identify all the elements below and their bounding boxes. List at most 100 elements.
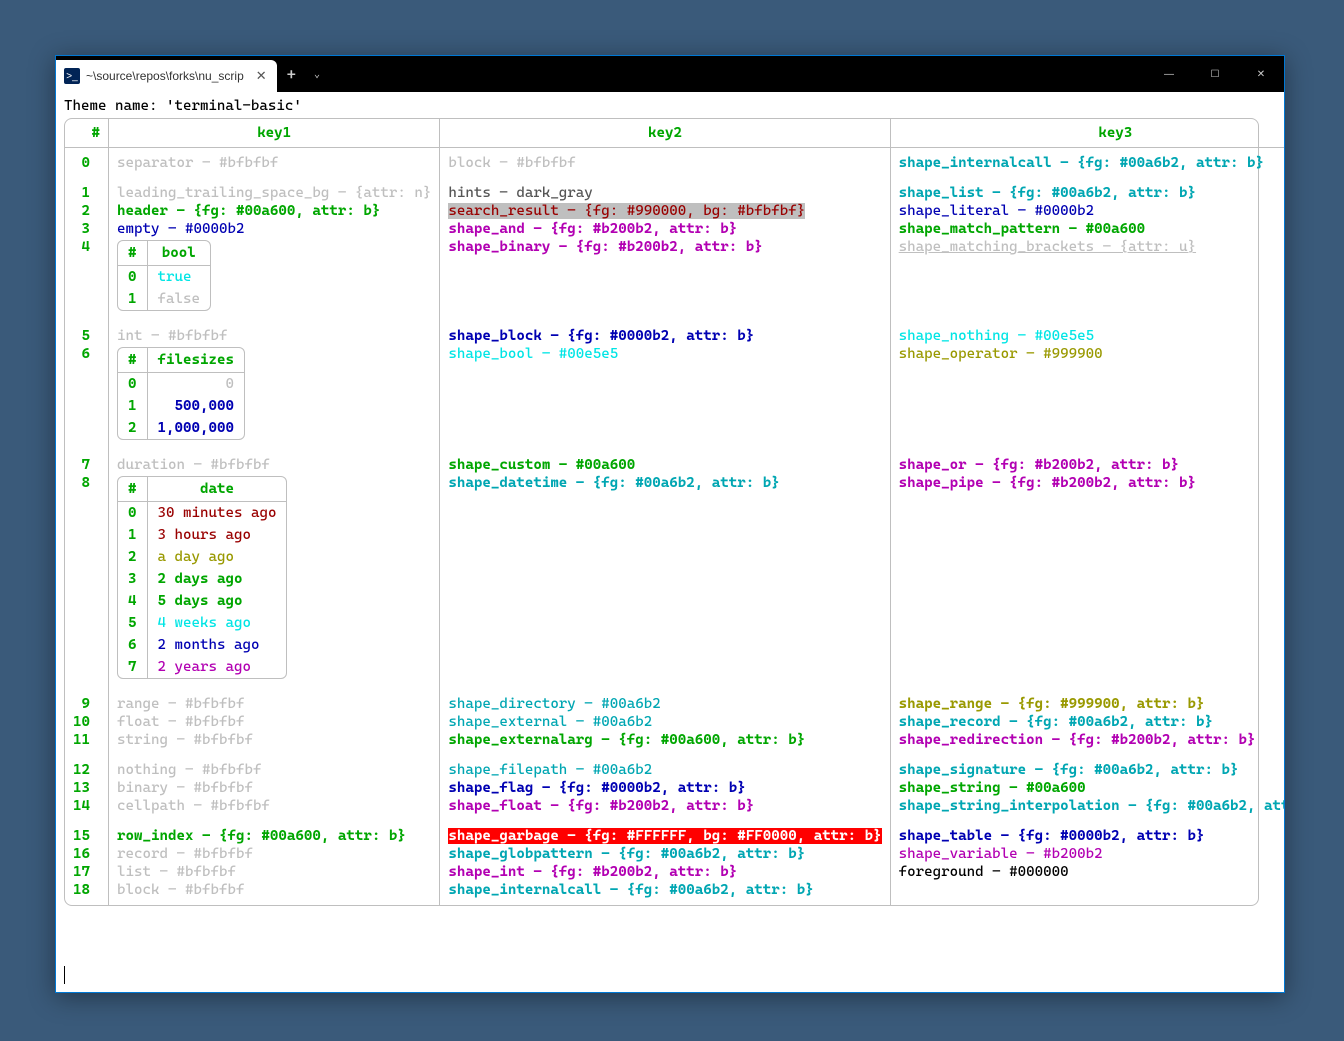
inner-val: 3 hours ago — [147, 524, 286, 546]
table-row: 1234 leading_trailing_space_bg – {attr: … — [65, 178, 1284, 321]
cell-line: shape_string_interpolation – {fg: #00a6b… — [899, 797, 1284, 815]
cell-line: range – #bfbfbf — [117, 695, 431, 713]
cell-line: block – #bfbfbf — [448, 154, 881, 172]
cell-line: block – #bfbfbf — [117, 881, 431, 899]
cell-line: shape_internalcall – {fg: #00a6b2, attr:… — [899, 154, 1284, 172]
inner-idx: 0 — [118, 502, 147, 525]
inner-row: 1 500,000 — [118, 395, 244, 417]
inner-table-date: # date 0 30 minutes ago 1 3 hours ago 2 … — [117, 476, 287, 679]
header-idx: # — [65, 119, 109, 148]
cell-line: shape_flag – {fg: #0000b2, attr: b} — [448, 779, 881, 797]
inner-val: 2 days ago — [147, 568, 286, 590]
inner-row: 0 0 — [118, 373, 244, 396]
inner-row: 2 a day ago — [118, 546, 286, 568]
inner-header-val: bool — [147, 241, 210, 266]
cell-line: shape_or – {fg: #b200b2, attr: b} — [899, 456, 1284, 474]
close-button[interactable]: ✕ — [1238, 56, 1284, 92]
cell-line: shape_record – {fg: #00a6b2, attr: b} — [899, 713, 1284, 731]
inner-idx: 6 — [118, 634, 147, 656]
cell-line: shape_range – {fg: #999900, attr: b} — [899, 695, 1284, 713]
row-index: 9 — [73, 695, 100, 713]
inner-row: 3 2 days ago — [118, 568, 286, 590]
cell-line: shape_globpattern – {fg: #00a6b2, attr: … — [448, 845, 881, 863]
cell-line: shape_string – #00a600 — [899, 779, 1284, 797]
inner-idx: 1 — [118, 395, 147, 417]
inner-idx: 2 — [118, 417, 147, 439]
row-index: 4 — [73, 238, 100, 256]
cell-line: shape_match_pattern – #00a600 — [899, 220, 1284, 238]
maximize-button[interactable]: ☐ — [1192, 56, 1238, 92]
inner-row: 0 true — [118, 266, 210, 289]
inner-row: 1 3 hours ago — [118, 524, 286, 546]
row-index: 10 — [73, 713, 100, 731]
row-index: 2 — [73, 202, 100, 220]
cell-line: separator – #bfbfbf — [117, 154, 431, 172]
cell-line: binary – #bfbfbf — [117, 779, 431, 797]
inner-row: 4 5 days ago — [118, 590, 286, 612]
terminal-cursor — [64, 966, 65, 984]
inner-val: 4 weeks ago — [147, 612, 286, 634]
cell-line: shape_custom – #00a600 — [448, 456, 881, 474]
header-key2: key2 — [440, 119, 890, 148]
close-tab-icon[interactable]: ✕ — [256, 68, 267, 84]
table-row: 0 separator – #bfbfbf block – #bfbfbf sh… — [65, 148, 1284, 179]
inner-idx: 3 — [118, 568, 147, 590]
inner-row: 0 30 minutes ago — [118, 502, 286, 525]
cell-line: nothing – #bfbfbf — [117, 761, 431, 779]
row-index: 13 — [73, 779, 100, 797]
cell-line: shape_int – {fg: #b200b2, attr: b} — [448, 863, 881, 881]
cell-line: int – #bfbfbf — [117, 327, 431, 345]
cell-line: shape_internalcall – {fg: #00a6b2, attr:… — [448, 881, 881, 899]
row-index: 11 — [73, 731, 100, 749]
cell-line: shape_signature – {fg: #00a6b2, attr: b} — [899, 761, 1284, 779]
inner-header-val: date — [147, 477, 286, 502]
tab-active[interactable]: >_ ~\source\repos\forks\nu_scrip ✕ — [56, 60, 277, 92]
inner-idx: 5 — [118, 612, 147, 634]
cell-line: shape_filepath – #00a6b2 — [448, 761, 881, 779]
cell-line: shape_pipe – {fg: #b200b2, attr: b} — [899, 474, 1284, 492]
row-index: 3 — [73, 220, 100, 238]
window-controls: — ☐ ✕ — [1146, 56, 1284, 92]
titlebar: >_ ~\source\repos\forks\nu_scrip ✕ + ⌄ —… — [56, 56, 1284, 92]
tab-title: ~\source\repos\forks\nu_scrip — [86, 69, 244, 83]
inner-idx: 1 — [118, 288, 147, 310]
row-index: 0 — [73, 154, 100, 172]
cell-line: string – #bfbfbf — [117, 731, 431, 749]
table-row: 91011 range – #bfbfbffloat – #bfbfbfstri… — [65, 689, 1284, 755]
inner-idx: 0 — [118, 266, 147, 289]
inner-val: 2 years ago — [147, 656, 286, 678]
inner-header-idx: # — [118, 348, 147, 373]
new-tab-button[interactable]: + — [277, 56, 306, 92]
tab-dropdown-button[interactable]: ⌄ — [306, 56, 328, 92]
terminal-content[interactable]: Theme name: 'terminal-basic' # key1 key2… — [56, 92, 1284, 992]
cell-line: row_index – {fg: #00a600, attr: b} — [117, 827, 431, 845]
inner-header-val: filesizes — [147, 348, 244, 373]
cell-line: cellpath – #bfbfbf — [117, 797, 431, 815]
inner-row: 5 4 weeks ago — [118, 612, 286, 634]
row-index: 6 — [73, 345, 100, 363]
inner-row: 1 false — [118, 288, 210, 310]
cell-line: search_result – {fg: #990000, bg: #bfbfb… — [448, 202, 881, 220]
inner-row: 7 2 years ago — [118, 656, 286, 678]
row-index: 12 — [73, 761, 100, 779]
minimize-button[interactable]: — — [1146, 56, 1192, 92]
inner-val: 30 minutes ago — [147, 502, 286, 525]
cell-line: hints – dark_gray — [448, 184, 881, 202]
inner-row: 2 1,000,000 — [118, 417, 244, 439]
inner-idx: 2 — [118, 546, 147, 568]
cell-line: shape_externalarg – {fg: #00a600, attr: … — [448, 731, 881, 749]
cell-line: shape_garbage – {fg: #FFFFFF, bg: #FF000… — [448, 827, 881, 845]
row-index: 18 — [73, 881, 100, 899]
row-index: 8 — [73, 474, 100, 492]
row-index: 17 — [73, 863, 100, 881]
table-row: 15161718 row_index – {fg: #00a600, attr:… — [65, 821, 1284, 905]
row-index: 7 — [73, 456, 100, 474]
row-index: 15 — [73, 827, 100, 845]
cell-line: shape_operator – #999900 — [899, 345, 1284, 363]
cell-line: shape_table – {fg: #0000b2, attr: b} — [899, 827, 1284, 845]
cell-line: record – #bfbfbf — [117, 845, 431, 863]
cell-line: duration – #bfbfbf — [117, 456, 431, 474]
inner-val: false — [147, 288, 210, 310]
row-index: 16 — [73, 845, 100, 863]
cell-line: shape_directory – #00a6b2 — [448, 695, 881, 713]
